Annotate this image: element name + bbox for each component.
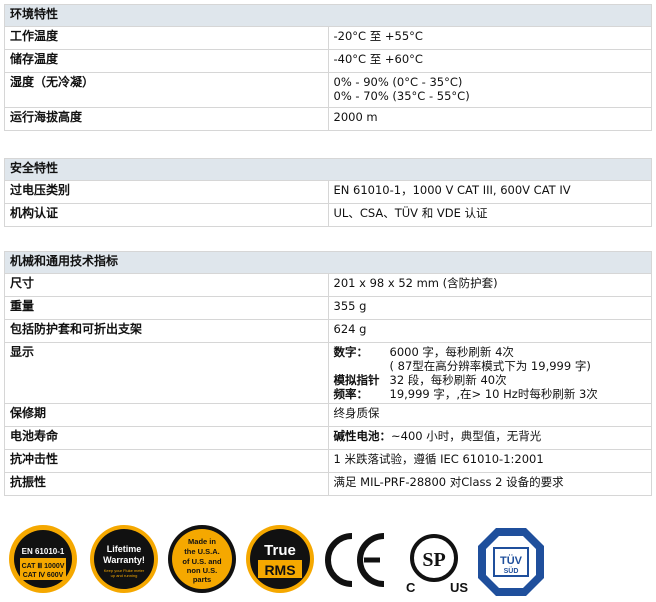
en61010-badge: EN 61010-1 CAT Ⅲ 1000V CAT Ⅳ 600V: [9, 525, 77, 593]
row-value: -20°C 至 +55°C: [327, 26, 652, 50]
usa-line-5: parts: [193, 575, 211, 584]
lifetime-line-2: Warranty!: [103, 555, 145, 565]
digital-value: 6000 字，每秒刷新 4次: [389, 345, 514, 359]
row-value: 0% - 90% (0°C - 35°C) 0% - 70% (35°C - 55…: [327, 72, 652, 108]
row-value: 碱性电池：~400 小时，典型值，无背光: [327, 426, 652, 450]
usa-line-4: non U.S.: [187, 566, 217, 575]
frequency-label: 频率：: [333, 387, 369, 401]
row-value: UL、CSA、TÜV 和 VDE 认证: [327, 203, 652, 227]
battery-label: 碱性电池：: [333, 429, 392, 443]
row-value: EN 61010-1，1000 V CAT III, 600V CAT IV: [327, 180, 652, 204]
row-label: 抗振性: [4, 472, 329, 496]
row-label: 保修期: [4, 403, 329, 427]
en-line-3: CAT Ⅳ 600V: [23, 571, 64, 579]
lifetime-warranty-badge: Lifetime Warranty! Keep your Fluke meter…: [90, 525, 158, 593]
analog-value: 32 段，每秒刷新 40次: [389, 373, 507, 387]
row-label: 重量: [4, 296, 329, 320]
digital-note: ( 87型在高分辨率模式下为 19,999 字): [389, 359, 591, 373]
ce-mark-icon: [325, 533, 385, 587]
csa-mark-icon: SP C US: [406, 534, 468, 595]
row-value: 终身质保: [327, 403, 652, 427]
tuv-sud-badge: TÜV SÜD: [478, 528, 544, 596]
row-label: 过电压类别: [4, 180, 329, 204]
usa-line-1: Made in: [188, 537, 216, 546]
safety-header: 安全特性: [4, 158, 652, 181]
csa-us: US: [450, 580, 468, 595]
humidity-line-2: 0% - 70% (35°C - 55°C): [333, 89, 470, 103]
row-label: 储存温度: [4, 49, 329, 73]
lifetime-line-1: Lifetime: [107, 544, 142, 554]
row-value: 满足 MIL-PRF-28800 对Class 2 设备的要求: [327, 472, 652, 496]
row-label: 尺寸: [4, 273, 329, 297]
frequency-value: 19,999 字，,在> 10 Hz时每秒刷新 3次: [389, 387, 598, 401]
certification-logos: EN 61010-1 CAT Ⅲ 1000V CAT Ⅳ 600V Lifeti…: [0, 512, 656, 602]
tuv-line-1: TÜV: [500, 554, 523, 567]
lifetime-line-4: up and running: [111, 573, 138, 578]
row-label: 机构认证: [4, 203, 329, 227]
row-value: 624 g: [327, 319, 652, 343]
row-label: 湿度（无冷凝）: [4, 72, 329, 108]
humidity-line-1: 0% - 90% (0°C - 35°C): [333, 75, 463, 89]
made-in-usa-badge: Made in the U.S.A. of U.S. and non U.S. …: [168, 525, 236, 593]
row-label: 包括防护套和可折出支架: [4, 319, 329, 343]
row-value: 201 x 98 x 52 mm (含防护套): [327, 273, 652, 297]
csa-c: C: [406, 580, 416, 595]
usa-line-3: of U.S. and: [182, 557, 222, 566]
en-line-1: EN 61010-1: [22, 547, 65, 556]
digital-label: 数字：: [333, 345, 369, 359]
environment-header: 环境特性: [4, 4, 652, 27]
mechanical-header: 机械和通用技术指标: [4, 251, 652, 274]
row-value: 355 g: [327, 296, 652, 320]
row-value: 1 米跌落试验，遵循 IEC 61010-1:2001: [327, 449, 652, 473]
row-label: 工作温度: [4, 26, 329, 50]
en-line-2: CAT Ⅲ 1000V: [22, 562, 65, 570]
csa-sp: SP: [422, 549, 445, 571]
display-specs: 数字： 6000 字，每秒刷新 4次 ( 87型在高分辨率模式下为 19,999 …: [327, 342, 652, 404]
rms-line-1: True: [264, 542, 296, 559]
true-rms-badge: True RMS: [246, 525, 314, 593]
safety-table: 安全特性 过电压类别 EN 61010-1，1000 V CAT III, 600…: [4, 158, 652, 227]
row-value: -40°C 至 +60°C: [327, 49, 652, 73]
row-label: 运行海拔高度: [4, 107, 329, 131]
battery-value: ~400 小时，典型值，无背光: [391, 429, 542, 443]
usa-line-2: the U.S.A.: [184, 547, 219, 556]
row-value: 2000 m: [327, 107, 652, 131]
environment-table: 环境特性 工作温度 -20°C 至 +55°C 储存温度 -40°C 至 +60°C…: [4, 4, 652, 131]
rms-line-2: RMS: [264, 562, 295, 578]
tuv-line-2: SÜD: [504, 566, 519, 575]
row-label: 抗冲击性: [4, 449, 329, 473]
row-label: 显示: [4, 342, 329, 404]
mechanical-table: 机械和通用技术指标 尺寸 201 x 98 x 52 mm (含防护套) 重量 35…: [4, 251, 652, 496]
row-label: 电池寿命: [4, 426, 329, 450]
analog-label: 模拟指针: [333, 373, 380, 387]
